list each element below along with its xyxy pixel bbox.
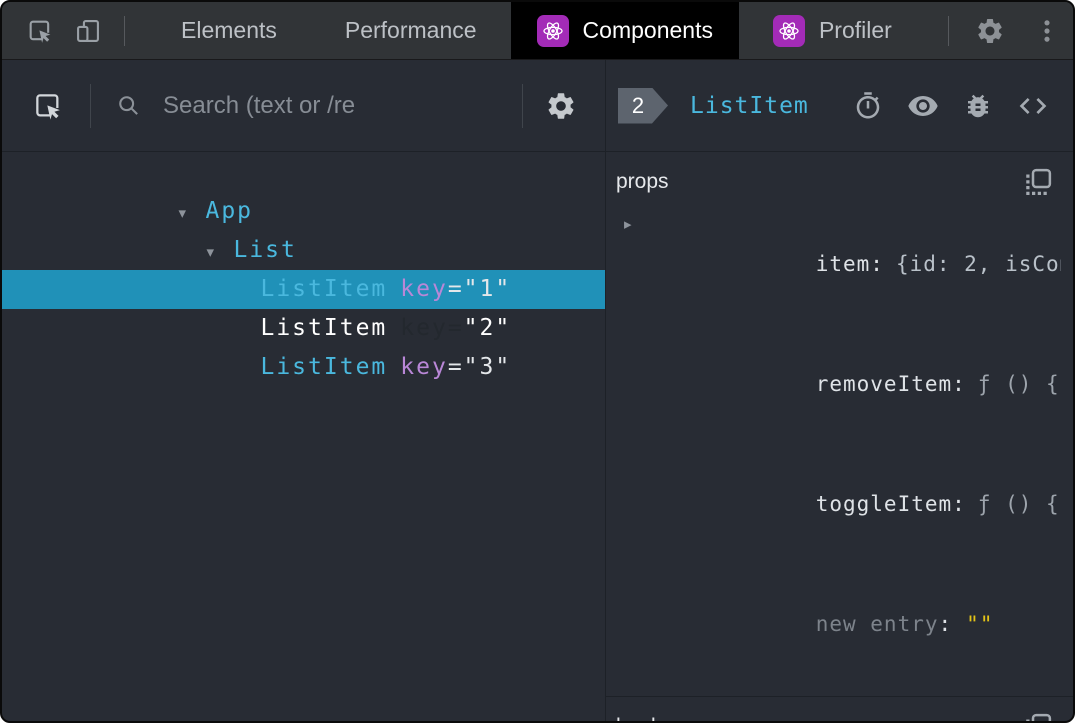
equals-sign: = — [447, 276, 464, 302]
tree-toolbar — [2, 60, 605, 152]
devtools-window: Elements Performance Components Profiler… — [0, 0, 1075, 723]
key-attribute: key — [400, 276, 448, 302]
settings-gear-icon[interactable] — [975, 16, 1005, 46]
hooks-section: hooks Callback(handleDelete):ƒ ( — [606, 697, 1073, 721]
tab-components[interactable]: Components — [510, 2, 739, 59]
react-logo-icon — [772, 14, 805, 47]
component-tree: ▾ App ▾ List ListItem key="1" ListItem key="… — [2, 152, 605, 721]
owners-stack-badge: 2 — [618, 87, 668, 124]
tab-bar-actions — [926, 15, 1073, 46]
props-label: props — [616, 170, 669, 193]
prop-name: removeItem — [815, 372, 953, 396]
equals-sign: = — [447, 315, 464, 341]
tab-label: Components — [582, 17, 713, 43]
prop-value: ƒ () {} — [977, 372, 1061, 396]
search-icon — [115, 92, 143, 120]
component-name: List — [233, 237, 297, 263]
component-name: ListItem — [260, 315, 388, 341]
inspector-actions — [853, 90, 1049, 122]
key-attribute: key — [400, 354, 448, 380]
tab-performance[interactable]: Performance — [311, 2, 511, 59]
component-name: ListItem — [260, 354, 388, 380]
toolbar-separator — [522, 83, 523, 128]
tree-settings-gear-icon[interactable] — [545, 90, 577, 122]
prop-row-new-entry[interactable]: new entry: "" — [616, 564, 1061, 684]
inspect-element-icon[interactable] — [26, 17, 54, 45]
tree-row-app[interactable]: ▾ App — [2, 153, 605, 224]
components-panel: ▾App ▾List ListItemkey="1" ListItemkey="… — [2, 60, 1073, 721]
props-section: props ▸item:{id: 2, isComplete: — [606, 152, 1073, 697]
copy-props-icon[interactable] — [1023, 167, 1053, 197]
devtools-tab-bar: Elements Performance Components Profiler — [2, 2, 1073, 60]
key-value: "3" — [463, 354, 512, 380]
tab-profiler[interactable]: Profiler — [739, 2, 926, 59]
search-input[interactable] — [161, 90, 522, 121]
component-inspector-pane: 2 ListItem props ▸ item: {id: 2, isCo re… — [606, 60, 1073, 721]
tab-label: Performance — [344, 17, 477, 43]
new-entry-name-field[interactable]: new entry — [816, 612, 939, 636]
tab-elements[interactable]: Elements — [147, 2, 311, 59]
props-section-head: props — [616, 164, 1061, 200]
select-element-icon[interactable] — [32, 90, 64, 122]
key-attribute: key — [400, 315, 448, 341]
inspect-dom-eye-icon[interactable] — [907, 90, 939, 122]
colon: : — [938, 612, 953, 636]
equals-sign: = — [447, 354, 464, 380]
prop-row-toggleitem: toggleItem: ƒ () {} — [616, 444, 1061, 564]
prop-name: item — [815, 252, 871, 276]
prop-row-removeitem: removeItem: ƒ () {} — [616, 324, 1061, 444]
component-tree-pane: ▾App ▾List ListItemkey="1" ListItemkey="… — [2, 60, 606, 721]
prop-value: {id: 2, isComplete: t… — [895, 252, 1061, 276]
key-value: "1" — [463, 276, 512, 302]
colon: : — [870, 252, 884, 276]
hooks-label: hooks — [616, 715, 672, 721]
component-name: App — [205, 198, 254, 224]
view-source-code-icon[interactable] — [1017, 90, 1049, 122]
more-options-icon[interactable] — [1033, 17, 1061, 45]
log-bug-icon[interactable] — [963, 91, 993, 121]
prop-row-item: ▸ item: {id: 2, isComplete: t… — [616, 204, 1061, 324]
hooks-section-head: hooks — [616, 709, 1061, 721]
tab-bar-separator — [947, 15, 949, 46]
component-name: ListItem — [260, 276, 388, 302]
device-toolbar-icon[interactable] — [74, 17, 102, 45]
react-logo-icon — [536, 14, 569, 47]
collapse-arrow-icon[interactable]: ▾ — [206, 233, 233, 272]
toolbar-separator — [90, 83, 91, 128]
new-entry-value-field[interactable]: "" — [966, 612, 993, 636]
key-value: "2" — [463, 315, 512, 341]
tab-label: Profiler — [818, 17, 892, 43]
colon: : — [952, 372, 966, 396]
prop-value: ƒ () {} — [977, 492, 1061, 516]
selected-component-title: ListItem — [690, 92, 809, 119]
props-list: ▸ item: {id: 2, isComplete: t… removeItem:… — [616, 204, 1061, 684]
collapse-arrow-icon[interactable]: ▾ — [178, 194, 205, 233]
inspector-header: 2 ListItem — [606, 60, 1073, 152]
suspend-timer-icon[interactable] — [853, 91, 883, 121]
tab-bar-separator — [124, 15, 125, 46]
prop-name: toggleItem — [815, 492, 953, 516]
copy-hooks-icon[interactable] — [1023, 712, 1053, 721]
tab-label: Elements — [181, 17, 277, 43]
expand-arrow-icon[interactable]: ▸ — [624, 204, 644, 244]
colon: : — [952, 492, 966, 516]
